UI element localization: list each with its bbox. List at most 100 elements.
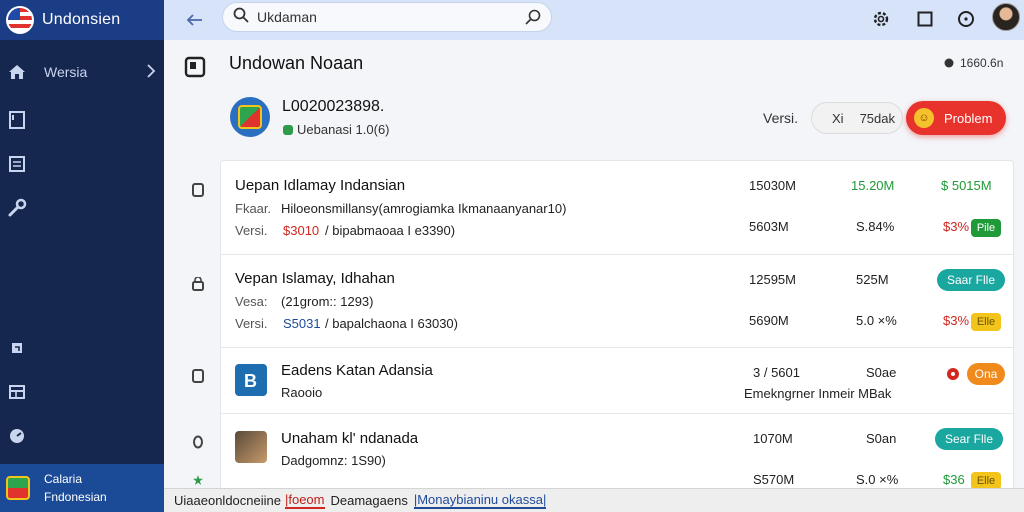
flag-logo-icon xyxy=(6,6,34,34)
search-icon xyxy=(233,7,249,28)
status-dot-icon xyxy=(283,124,293,135)
top-bar xyxy=(164,0,1024,40)
sidebar-item-label: Wersia xyxy=(44,64,88,80)
row-divider xyxy=(221,254,1015,255)
info-icon xyxy=(944,58,954,68)
row-label: Fkaar. xyxy=(235,201,272,216)
page-icon xyxy=(184,56,206,78)
file-badge[interactable]: Elle xyxy=(971,313,1001,331)
sidebar-item-table[interactable] xyxy=(0,374,164,410)
search-submit-icon[interactable] xyxy=(525,9,541,30)
row-detail: / bapalchaona I 63030) xyxy=(325,316,458,331)
sidebar-item-document[interactable] xyxy=(0,102,164,138)
version-selector[interactable]: Xi 75dak xyxy=(811,102,903,134)
row-divider xyxy=(221,413,1015,414)
row-title: Eadens Katan Adansia xyxy=(281,362,433,379)
row-description: Dadgomnz: 1S90) xyxy=(281,453,386,468)
row-col2: S0an xyxy=(866,431,897,446)
thumbnail-image xyxy=(235,431,267,463)
sidebar: Undonsien Wersia Calaria Fndonesian xyxy=(0,0,164,512)
lock-icon[interactable] xyxy=(190,276,206,292)
arrow-left-icon xyxy=(186,14,202,26)
status-link[interactable]: |Monaybianinu okassa| xyxy=(413,492,547,509)
row-title: Uepan Idlamay Indansian xyxy=(235,177,406,194)
row-col2-b: 5.0 ×% xyxy=(856,313,897,328)
svg-text:B: B xyxy=(244,371,257,391)
file-icon[interactable] xyxy=(190,182,206,198)
row-col1: 3 / 5601 xyxy=(753,365,800,380)
app-logo xyxy=(230,97,270,137)
emblem-icon xyxy=(238,105,262,129)
problem-button[interactable]: ☺ Problem xyxy=(906,101,1006,135)
summary-sub-text: Uebanasi 1.0(6) xyxy=(297,122,390,137)
file-icon[interactable] xyxy=(190,368,206,384)
row-divider xyxy=(221,347,1015,348)
refresh-icon xyxy=(6,337,28,359)
row-col1-b: 5690M xyxy=(749,313,789,328)
row-col2: 15.20M xyxy=(851,178,895,193)
b-letter-icon: B xyxy=(244,371,257,391)
emoji-face-icon: ☺ xyxy=(914,108,934,128)
app-brand[interactable]: Undonsien xyxy=(0,0,164,40)
summary-id: L0020023898. xyxy=(282,98,385,115)
alert-dot-icon xyxy=(947,368,959,380)
row-col3: $ 5015M xyxy=(941,178,992,193)
row-col1-b: S570M xyxy=(753,472,795,487)
news-icon xyxy=(6,153,28,175)
clip-icon[interactable] xyxy=(190,434,206,450)
status-bar: Uiaaeonldocneiine |foeom Deamagaens |Mon… xyxy=(164,488,1024,512)
row-col1-b: 5603M xyxy=(749,219,789,234)
app-title: Undonsien xyxy=(42,11,121,28)
app-logo: B xyxy=(235,364,267,396)
avatar[interactable] xyxy=(992,3,1020,31)
sidebar-item-dashboard[interactable] xyxy=(0,418,164,454)
file-pill[interactable]: Sear Flle xyxy=(935,428,1003,450)
sidebar-footer[interactable]: Calaria Fndonesian xyxy=(0,464,164,512)
sidebar-item-news[interactable] xyxy=(0,146,164,182)
sidebar-item-home[interactable]: Wersia xyxy=(0,54,164,90)
sidebar-item-tools[interactable] xyxy=(0,190,164,226)
row-col1: 12595M xyxy=(749,272,796,287)
row-label: Versi. xyxy=(235,316,268,331)
row-col1: 15030M xyxy=(749,178,796,193)
search-box xyxy=(222,2,552,32)
row-price: $3010 xyxy=(283,223,320,238)
row-title: Unaham kl' ndanada xyxy=(281,430,419,447)
back-button[interactable] xyxy=(182,8,206,32)
table-icon xyxy=(6,381,28,403)
problem-button-label: Problem xyxy=(944,110,993,126)
version-value: 75dak xyxy=(859,110,895,126)
row-label: Vesa: xyxy=(235,294,268,309)
file-badge[interactable]: Pile xyxy=(971,219,1001,237)
footer-line-1: Calaria xyxy=(44,472,83,486)
page-meta-value: 1660.6n xyxy=(960,56,1004,70)
results-list: Uepan Idlamay Indansian Fkaar. Hiloeonsm… xyxy=(220,160,1015,500)
page-title: Undowan Noaan xyxy=(229,53,364,73)
row-col3-b: $3% xyxy=(943,313,970,328)
status-link[interactable]: |foeom xyxy=(284,492,325,509)
row-col2: 525M xyxy=(856,272,889,287)
status-segment: Uiaaeonldocneiine xyxy=(174,493,281,508)
dashboard-icon xyxy=(6,425,28,447)
version-label: Versi. xyxy=(763,110,799,126)
gear-icon[interactable] xyxy=(870,8,892,30)
row-extra: Emekngrner Inmeir MBak xyxy=(744,386,892,401)
status-pill[interactable]: Ona xyxy=(967,363,1005,385)
sidebar-item-refresh[interactable] xyxy=(0,330,164,366)
footer-line-2: Fndonesian xyxy=(44,490,107,504)
search-input[interactable] xyxy=(257,9,507,25)
row-label: Versi. xyxy=(235,223,268,238)
status-segment: Deamagaens xyxy=(330,493,408,508)
row-detail: / bipabmaoaa I e3390) xyxy=(325,223,456,238)
row-title: Vepan Islamay, Idhahan xyxy=(235,270,395,287)
file-pill[interactable]: Saar Flle xyxy=(937,269,1005,291)
square-icon[interactable] xyxy=(914,8,936,30)
page-meta: 1660.6n xyxy=(944,56,1003,70)
chevron-right-icon xyxy=(146,64,156,83)
row-description: Hiloeonsmillansy(amrogiamka Ikmanaanyana… xyxy=(281,201,567,216)
help-icon[interactable] xyxy=(955,8,977,30)
wrench-icon xyxy=(6,197,28,219)
footer-text: Calaria Fndonesian xyxy=(44,470,107,506)
row-description: Raooio xyxy=(281,385,323,400)
home-icon xyxy=(6,61,28,83)
